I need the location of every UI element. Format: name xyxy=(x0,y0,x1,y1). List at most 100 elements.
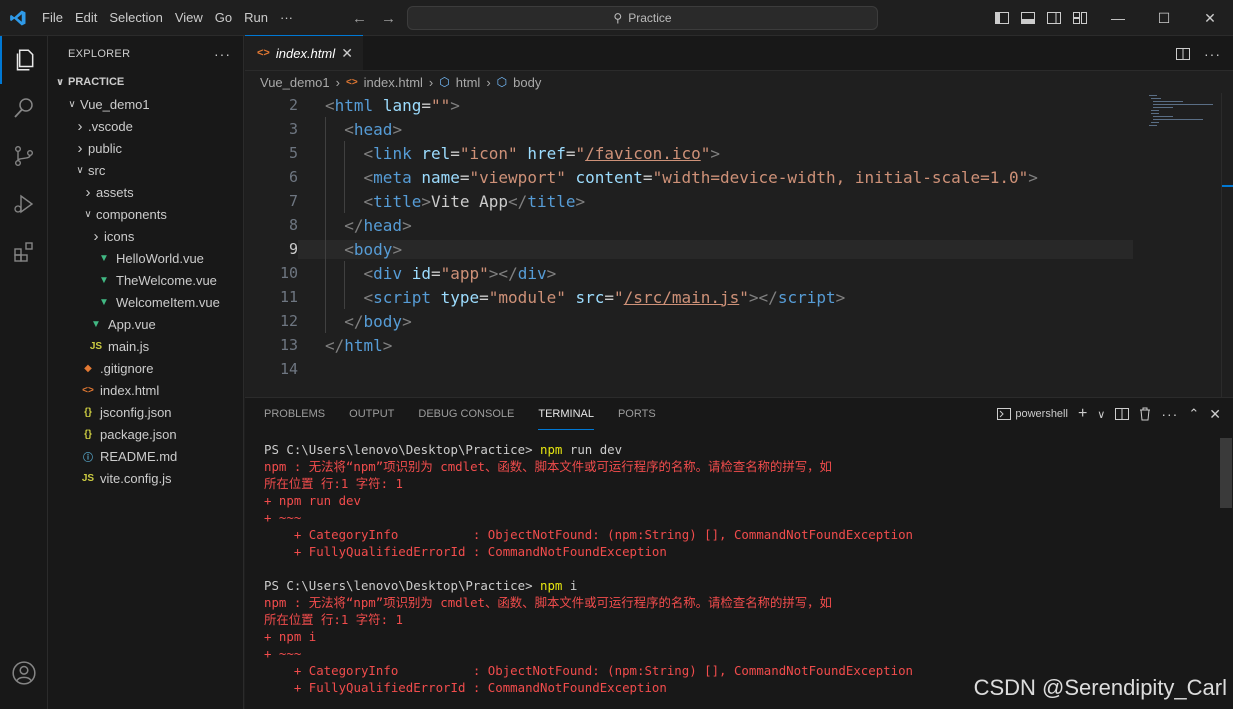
code-text: <html lang=""> xyxy=(325,95,460,115)
watermark: CSDN @Serendipity_Carl xyxy=(973,675,1227,700)
tree-item[interactable]: › assets xyxy=(48,181,243,203)
tree-item[interactable]: ◆ .gitignore xyxy=(48,357,243,379)
tree-item[interactable]: ▼ App.vue xyxy=(48,313,243,335)
tree-item[interactable]: › icons xyxy=(48,225,243,247)
code-line[interactable]: 11 <script type="module" src="/src/main.… xyxy=(245,285,1233,309)
run-debug-icon[interactable] xyxy=(0,180,48,228)
tab-index-html[interactable]: <> index.html ✕ xyxy=(245,35,363,70)
layout-controls xyxy=(994,0,1088,36)
code-line[interactable]: 14 xyxy=(245,357,1233,381)
code-line[interactable]: 6 <meta name="viewport" content="width=d… xyxy=(245,165,1233,189)
menu-item[interactable]: Go xyxy=(209,0,238,36)
tree-item[interactable]: › .vscode xyxy=(48,115,243,137)
tree-item[interactable]: ▼ TheWelcome.vue xyxy=(48,269,243,291)
panel-actions: powershell + ∨ ··· ⌃ ✕ xyxy=(997,398,1221,430)
tree-item[interactable]: ⓘ README.md xyxy=(48,445,243,467)
terminal-shell-selector[interactable]: powershell xyxy=(997,408,1068,420)
minimap[interactable] xyxy=(1137,93,1233,405)
tree-item[interactable]: ▼ HelloWorld.vue xyxy=(48,247,243,269)
forward-arrow-icon[interactable]: → xyxy=(381,10,396,27)
code-line[interactable]: 7 <title>Vite App</title> xyxy=(245,189,1233,213)
workspace-section-header[interactable]: ∨ PRACTICE xyxy=(48,71,243,93)
tree-item[interactable]: › public xyxy=(48,137,243,159)
close-panel-icon[interactable]: ✕ xyxy=(1209,406,1221,423)
customize-layout-icon[interactable] xyxy=(1072,10,1088,26)
more-actions-icon[interactable]: ··· xyxy=(214,46,231,62)
line-number: 10 xyxy=(279,264,298,282)
code-line[interactable]: 9 <body> xyxy=(245,237,1233,261)
terminal-line: + FullyQualifiedErrorId : CommandNotFoun… xyxy=(264,544,667,559)
tree-item[interactable]: <> index.html xyxy=(48,379,243,401)
line-number: 7 xyxy=(288,192,298,210)
tab-debug-console[interactable]: DEBUG CONSOLE xyxy=(418,398,514,430)
tab-output[interactable]: OUTPUT xyxy=(349,398,394,430)
toggle-panel-icon[interactable] xyxy=(1020,10,1036,26)
maximize-icon[interactable]: ☐ xyxy=(1141,0,1187,36)
accounts-icon[interactable] xyxy=(0,649,48,697)
editor-tabs: <> index.html ✕ ··· xyxy=(245,35,1233,71)
line-number: 14 xyxy=(279,360,298,378)
toggle-primary-sidebar-icon[interactable] xyxy=(994,10,1010,26)
tree-item-label: Vue_demo1 xyxy=(80,96,150,112)
split-editor-icon[interactable] xyxy=(1176,47,1190,61)
menu-item[interactable]: Run xyxy=(238,0,274,36)
code-line[interactable]: 8 </head> xyxy=(245,213,1233,237)
search-sidebar-icon[interactable] xyxy=(0,84,48,132)
tab-terminal[interactable]: TERMINAL xyxy=(538,398,594,430)
menu-more-icon[interactable]: ··· xyxy=(274,0,299,36)
tree-item[interactable]: ▼ WelcomeItem.vue xyxy=(48,291,243,313)
tree-item[interactable]: {} jsconfig.json xyxy=(48,401,243,423)
tree-item[interactable]: ∨ components xyxy=(48,203,243,225)
editor-area: <> index.html ✕ ··· Vue_demo1 › <> index.ht… xyxy=(245,35,1233,709)
line-number: 5 xyxy=(288,144,298,162)
breadcrumb-item[interactable]: body xyxy=(513,75,541,90)
toggle-secondary-sidebar-icon[interactable] xyxy=(1046,10,1062,26)
back-arrow-icon[interactable]: ← xyxy=(352,10,367,27)
explorer-icon[interactable] xyxy=(0,36,48,84)
tree-item[interactable]: ∨ Vue_demo1 xyxy=(48,93,243,115)
command-center[interactable]: ⚲ Practice xyxy=(407,6,878,30)
breadcrumb-item[interactable]: index.html xyxy=(364,75,423,90)
menu-item[interactable]: File xyxy=(36,0,69,36)
maximize-panel-icon[interactable]: ⌃ xyxy=(1188,406,1199,422)
tree-item[interactable]: JS vite.config.js xyxy=(48,467,243,489)
js-file-icon: JS xyxy=(81,472,95,484)
split-terminal-icon[interactable] xyxy=(1115,407,1130,421)
code-line[interactable]: 3 <head> xyxy=(245,117,1233,141)
code-line[interactable]: 12 </body> xyxy=(245,309,1233,333)
editor-more-icon[interactable]: ··· xyxy=(1204,46,1221,62)
code-editor[interactable]: 2 <html lang=""> 3 <head> 5 <link rel="icon… xyxy=(245,93,1233,405)
menu-item[interactable]: Edit xyxy=(69,0,103,36)
new-terminal-icon[interactable]: + xyxy=(1078,405,1087,423)
tree-item[interactable]: ∨ src xyxy=(48,159,243,181)
tab-problems[interactable]: PROBLEMS xyxy=(264,398,325,430)
terminal-output[interactable]: PS C:\Users\lenovo\Desktop\Practice> npm… xyxy=(245,430,1233,696)
code-line[interactable]: 10 <div id="app"></div> xyxy=(245,261,1233,285)
source-control-icon[interactable] xyxy=(0,132,48,180)
panel-more-icon[interactable]: ··· xyxy=(1161,406,1178,422)
terminal-scrollbar[interactable] xyxy=(1219,438,1233,708)
tree-item[interactable]: JS main.js xyxy=(48,335,243,357)
code-line[interactable]: 5 <link rel="icon" href="/favicon.ico"> xyxy=(245,141,1233,165)
chevron-down-icon: ∨ xyxy=(55,76,65,88)
code-line[interactable]: 13 </html> xyxy=(245,333,1233,357)
close-window-icon[interactable]: ✕ xyxy=(1187,0,1233,36)
chevron-right-icon: › xyxy=(93,227,99,245)
chevron-down-icon[interactable]: ∨ xyxy=(1097,408,1105,421)
tab-ports[interactable]: PORTS xyxy=(618,398,656,430)
menu-item[interactable]: Selection xyxy=(103,0,168,36)
activity-bar xyxy=(0,36,48,709)
code-line[interactable]: 2 <html lang=""> xyxy=(245,93,1233,117)
breadcrumb-item[interactable]: html xyxy=(456,75,481,90)
terminal-line: 所在位置 行:1 字符: 1 xyxy=(264,612,403,627)
menu-item[interactable]: View xyxy=(169,0,209,36)
breadcrumb-separator-icon: › xyxy=(486,74,491,90)
trash-icon[interactable] xyxy=(1139,407,1151,421)
minimize-icon[interactable]: — xyxy=(1095,0,1141,36)
extensions-icon[interactable] xyxy=(0,228,48,276)
close-tab-icon[interactable]: ✕ xyxy=(341,45,353,62)
code-text: <body> xyxy=(298,239,1133,259)
tree-item[interactable]: {} package.json xyxy=(48,423,243,445)
breadcrumb-item[interactable]: Vue_demo1 xyxy=(260,75,330,90)
line-number: 3 xyxy=(288,120,298,138)
